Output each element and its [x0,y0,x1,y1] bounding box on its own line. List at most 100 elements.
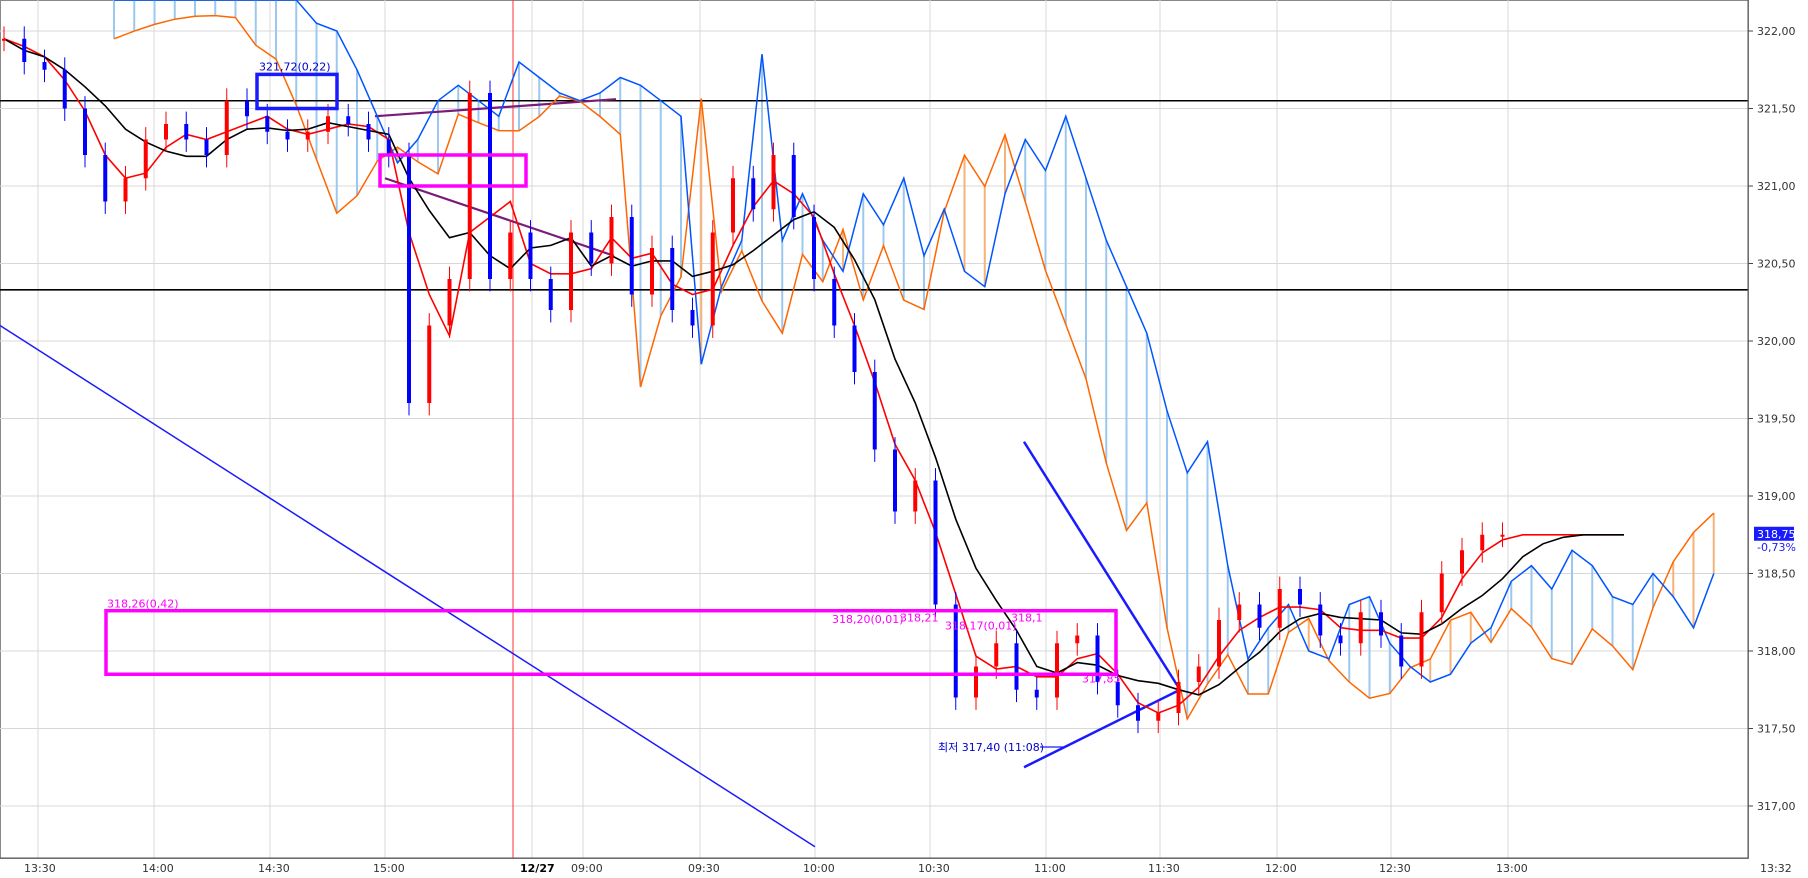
candle-body [224,100,229,155]
x-tick-label: 14:30 [258,862,290,875]
annotation-label: 318,17(0,01) [945,620,1017,633]
candle-body [22,38,27,62]
candle-body [1034,689,1039,698]
x-tick-label: 13:30 [24,862,56,875]
candle-body [751,178,756,210]
candle-body [731,178,735,233]
candle-body [609,217,614,264]
candle-body [1480,534,1485,551]
candle-body [285,131,290,140]
x-tick-label: 12:00 [1265,862,1297,875]
candle-body [366,124,371,140]
candle-body [42,62,47,70]
candle-body [1500,534,1505,537]
candle-body [447,279,452,326]
y-tick-label: 317,00 [1757,800,1796,813]
candle-body [326,116,330,132]
candle-body [1217,620,1221,667]
candle-body [1358,612,1363,644]
x-tick-label: 09:00 [571,862,603,875]
candle-body [629,217,634,295]
candle-body [569,232,573,310]
candle-body [1460,550,1464,574]
x-tick-label: 09:30 [688,862,720,875]
candle-body [670,248,675,310]
x-tick-label: 11:30 [1148,862,1180,875]
x-tick-label: 13:32 [1760,862,1792,875]
last-price-change: -0,73% [1757,541,1796,554]
candle-body [83,108,87,155]
candle-body [2,38,6,41]
candle-body [893,449,897,512]
candle-body [123,178,128,202]
candle-body [204,139,209,155]
candle-body [994,643,999,667]
candle-body [528,232,533,279]
candle-body [1338,635,1343,644]
candle-body [1136,705,1140,721]
candle-body [62,69,67,109]
annotation-label: 321,72(0,22) [259,60,331,73]
candle-body [1014,643,1019,690]
candle-body [508,232,513,279]
last-price-label: 318,75 [1757,528,1796,541]
y-tick-label: 318,50 [1757,568,1796,581]
candle-body [771,155,776,210]
candle-body [872,372,877,450]
x-tick-label: 14:00 [142,862,174,875]
annotation-label: 318,20(0,01) [832,613,904,626]
y-tick-label: 321,50 [1757,103,1796,116]
candle-body [710,232,715,326]
y-tick-label: 319,00 [1757,490,1796,503]
candle-body [103,155,108,202]
candle-body [933,480,938,605]
candle-body [1399,635,1404,667]
x-tick-label: 12:30 [1379,862,1411,875]
candle-body [1439,573,1444,613]
candle-body [143,139,148,179]
candle-body [1298,589,1302,605]
candle-body [305,131,310,140]
candle-body [690,310,695,326]
candle-body [1055,643,1059,698]
y-tick-label: 321,00 [1757,180,1796,193]
candle-body [974,666,978,698]
y-tick-label: 320,00 [1757,335,1796,348]
annotation-label: 318,26(0,42) [107,598,179,611]
candle-body [1318,604,1323,636]
annotation-label: 318,1 [1011,612,1043,625]
x-tick-label: 10:00 [803,862,835,875]
candle-body [346,116,351,124]
annotation-label: 318,21 [900,611,939,624]
y-tick-label: 319,50 [1757,413,1796,426]
x-tick-label: 12/27 [520,862,555,875]
annotation-label: 317,85 [1082,672,1121,685]
candle-body [184,124,189,140]
candle-body [852,325,857,372]
price-chart: 321,72(0,22)318,26(0,42)318,20(0,01)318,… [0,0,1796,875]
candle-body [245,100,249,117]
candle-body [1257,604,1262,628]
y-tick-label: 322,00 [1757,25,1796,38]
x-tick-label: 15:00 [373,862,405,875]
candle-body [791,155,796,217]
candle-body [650,248,654,295]
y-tick-label: 318,00 [1757,645,1796,658]
candle-body [1196,666,1201,682]
candle-body [913,480,918,512]
candle-body [386,139,391,155]
candle-body [265,116,270,132]
y-tick-label: 317,50 [1757,723,1796,736]
annotation-label: 최저 317,40 (11:08) [938,741,1044,754]
candle-body [1075,635,1080,644]
candle-body [407,155,411,403]
candle-body [427,325,432,403]
candle-body [1277,589,1282,628]
candle-body [589,232,594,264]
candle-body [1115,682,1120,706]
candle-body [1176,682,1181,713]
candle-body [1237,604,1242,620]
candle-body [1379,612,1383,636]
candle-body [832,279,837,326]
candle-body [812,217,816,279]
